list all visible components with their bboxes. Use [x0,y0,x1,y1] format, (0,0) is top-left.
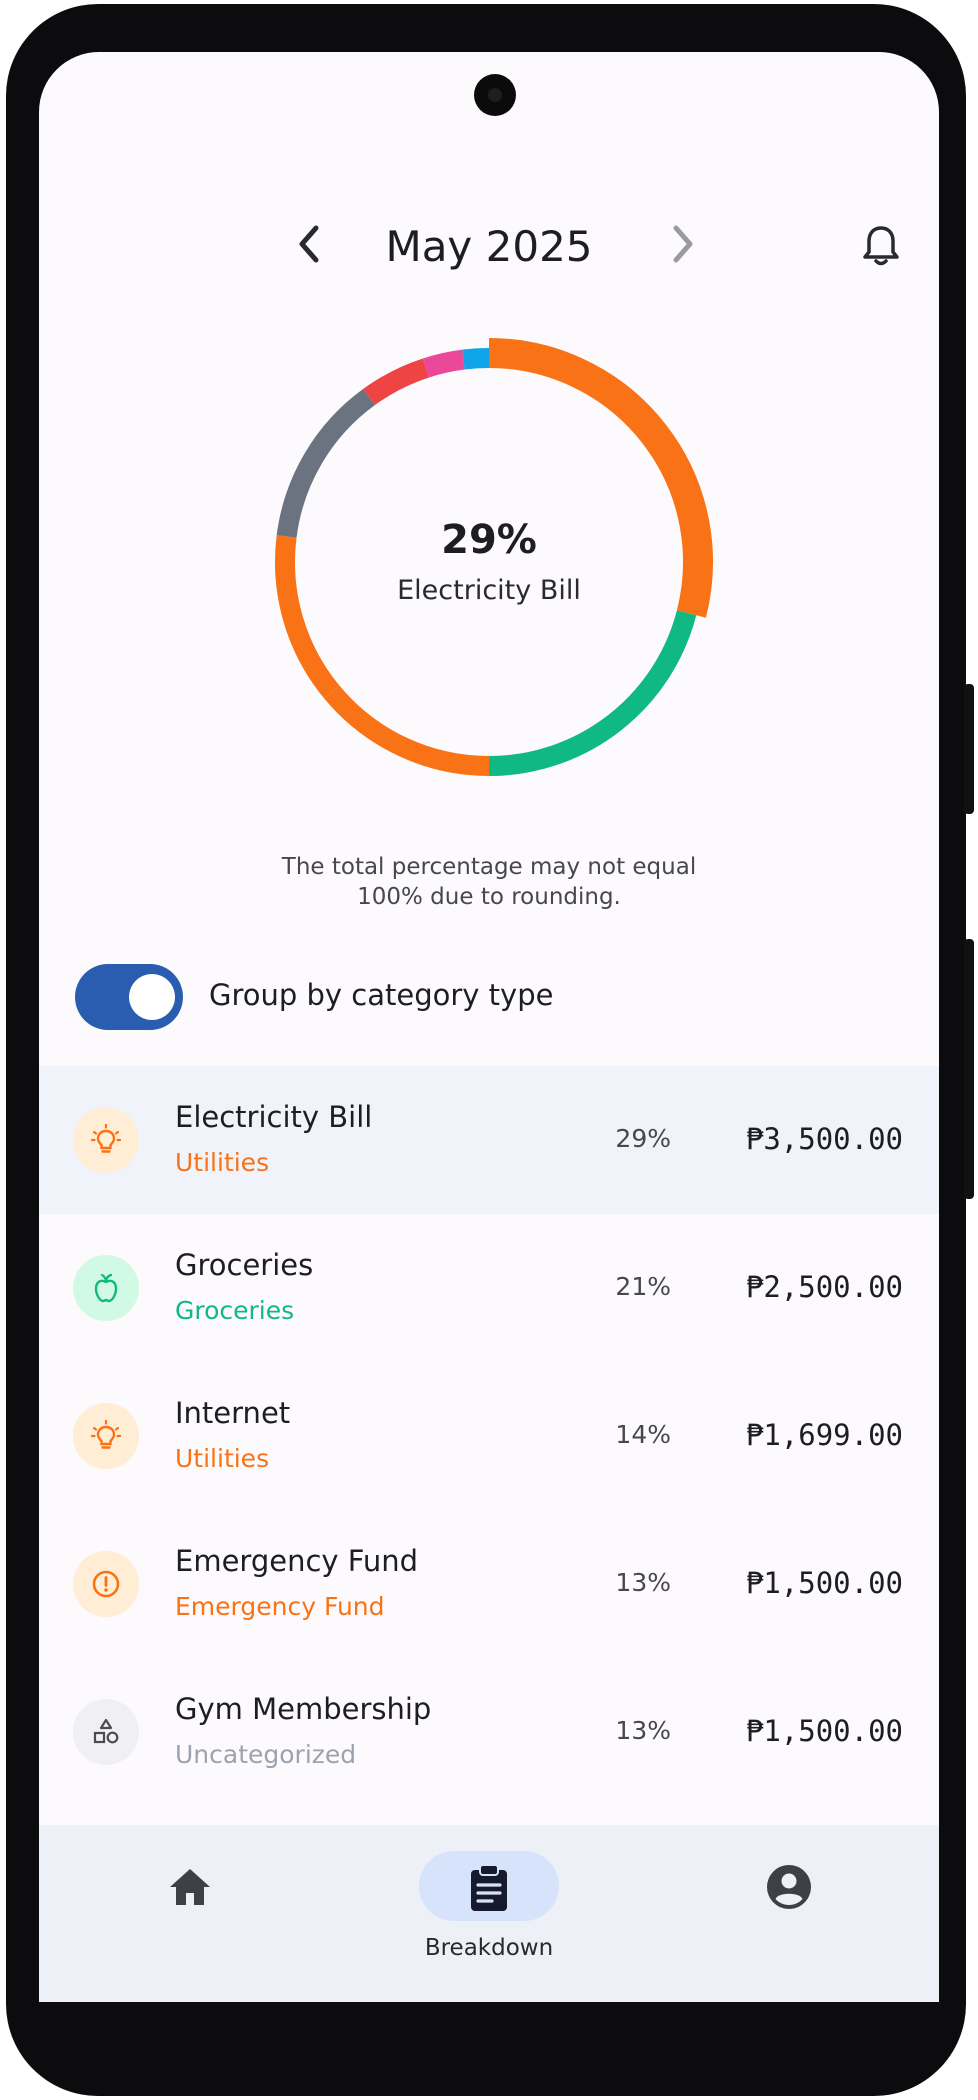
expense-title: Internet [175,1396,291,1430]
nav-breakdown-label: Breakdown [424,1935,554,1961]
volume-button [964,684,974,814]
chevron-right-icon [673,225,693,263]
month-title: May 2025 [385,222,593,271]
rounding-note: The total percentage may not equal 100% … [259,852,719,912]
expense-percent: 21% [615,1272,671,1301]
app-screen: May 2025 29% Electricity Bill The total … [39,52,939,2002]
category-icon-badge [73,1551,139,1617]
alert-circle-icon [92,1570,120,1598]
expense-row-emergency-fund[interactable]: Emergency Fund Emergency Fund 13% ₱1,500… [39,1510,939,1658]
apple-icon [94,1273,118,1303]
group-by-toggle-row: Group by category type [75,964,915,1030]
notifications-button[interactable] [849,214,913,278]
category-icon-badge [73,1403,139,1469]
lightbulb-icon [90,1123,122,1153]
donut-segment-other-3 [462,348,490,370]
rounding-note-line1: The total percentage may not equal [281,854,697,880]
expense-category: Utilities [175,1444,270,1473]
expense-category: Groceries [175,1296,295,1325]
bell-icon [863,226,899,266]
toggle-knob [129,974,175,1020]
expense-title: Electricity Bill [175,1100,373,1134]
nav-breakdown[interactable]: Breakdown [339,1825,639,2002]
expense-amount: ₱1,500.00 [745,1566,903,1600]
expense-percent: 13% [615,1716,671,1745]
donut-segment-gym-membership [276,388,376,538]
donut-segment-other-2 [422,349,465,378]
expense-percent: 29% [615,1124,671,1153]
bottom-navigation: Breakdown [39,1825,939,2002]
donut-center-percent: 29% [441,517,537,563]
lightbulb-icon [90,1419,122,1449]
category-icon-badge [73,1255,139,1321]
expense-row-groceries[interactable]: Groceries Groceries 21% ₱2,500.00 [39,1214,939,1362]
group-by-category-toggle[interactable] [75,964,183,1030]
expense-amount: ₱2,500.00 [745,1270,903,1304]
shapes-icon [93,1718,119,1744]
expense-category: Uncategorized [175,1740,357,1769]
expense-amount: ₱1,699.00 [745,1418,903,1452]
expense-row-electricity[interactable]: Electricity Bill Utilities 29% ₱3,500.00 [39,1066,939,1214]
nav-profile[interactable] [729,1825,849,2002]
phone-frame: May 2025 29% Electricity Bill The total … [6,4,974,2096]
expense-title: Emergency Fund [175,1544,419,1578]
donut-segment-other-1 [363,358,430,406]
category-icon-badge [73,1107,139,1173]
expense-title: Groceries [175,1248,314,1282]
month-header: May 2025 [39,202,939,292]
expense-title: Gym Membership [175,1692,432,1726]
power-button [964,939,974,1199]
expense-row-gym-membership[interactable]: Gym Membership Uncategorized 13% ₱1,500.… [39,1658,939,1806]
expense-amount: ₱1,500.00 [745,1714,903,1748]
previous-month-button[interactable] [279,214,339,274]
next-month-button[interactable] [653,214,713,274]
nav-home[interactable] [129,1825,249,2002]
expense-row-internet[interactable]: Internet Utilities 14% ₱1,699.00 [39,1362,939,1510]
camera-cutout [474,74,516,116]
expense-amount: ₱3,500.00 [745,1122,903,1156]
chevron-left-icon [299,225,319,263]
clipboard-icon [471,1864,507,1911]
rounding-note-line2: 100% due to rounding. [357,884,621,910]
donut-segment-groceries [488,610,697,776]
expense-percent: 13% [615,1568,671,1597]
spending-donut-chart: 29% Electricity Bill [264,337,714,787]
expense-percent: 14% [615,1420,671,1449]
expense-category: Utilities [175,1148,270,1177]
account-circle-icon [767,1865,811,1909]
expense-list: Electricity Bill Utilities 29% ₱3,500.00… [39,1066,939,1806]
expense-category: Emergency Fund [175,1592,385,1621]
group-by-toggle-label: Group by category type [209,978,554,1012]
donut-segment-internet [324,685,490,776]
category-icon-badge [73,1699,139,1765]
home-icon [170,1869,210,1905]
donut-center-label: Electricity Bill [397,575,581,606]
